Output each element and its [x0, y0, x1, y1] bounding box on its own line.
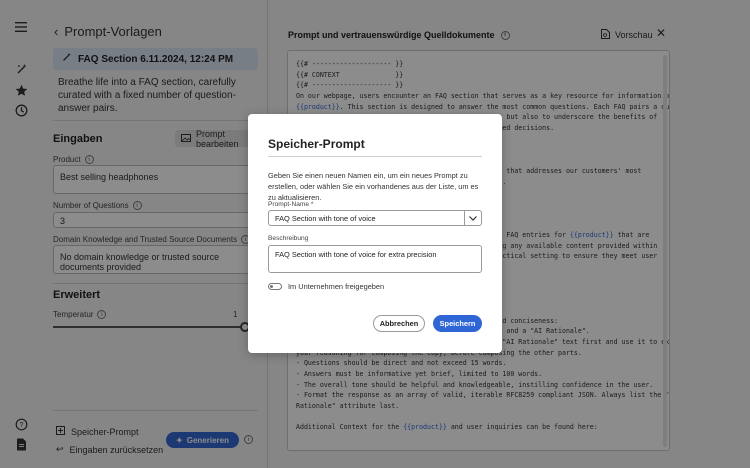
cancel-button[interactable]: Abbrechen — [373, 315, 425, 332]
toggle-switch[interactable] — [268, 283, 282, 290]
required-mark: * — [310, 201, 314, 208]
prompt-name-label-text: Prompt-Name — [268, 201, 310, 208]
share-toggle[interactable]: Im Unternehmen freigegeben — [268, 282, 384, 291]
description-label: Beschreibung — [268, 235, 309, 242]
prompt-name-combobox[interactable]: FAQ Section with tone of voice — [268, 210, 482, 226]
save-prompt-dialog: Speicher-Prompt Geben Sie einen neuen Na… — [248, 114, 502, 353]
dialog-title: Speicher-Prompt — [268, 137, 365, 151]
save-button[interactable]: Speichern — [433, 315, 482, 332]
share-toggle-label: Im Unternehmen freigegeben — [288, 282, 385, 291]
prompt-name-value: FAQ Section with tone of voice — [275, 213, 376, 223]
description-textarea[interactable]: FAQ Section with tone of voice for extra… — [268, 245, 482, 273]
dialog-divider — [268, 156, 482, 157]
prompt-name-label: Prompt-Name * — [268, 201, 313, 208]
dialog-description: Geben Sie einen neuen Namen ein, um ein … — [268, 171, 479, 202]
chevron-down-icon[interactable] — [464, 211, 481, 225]
